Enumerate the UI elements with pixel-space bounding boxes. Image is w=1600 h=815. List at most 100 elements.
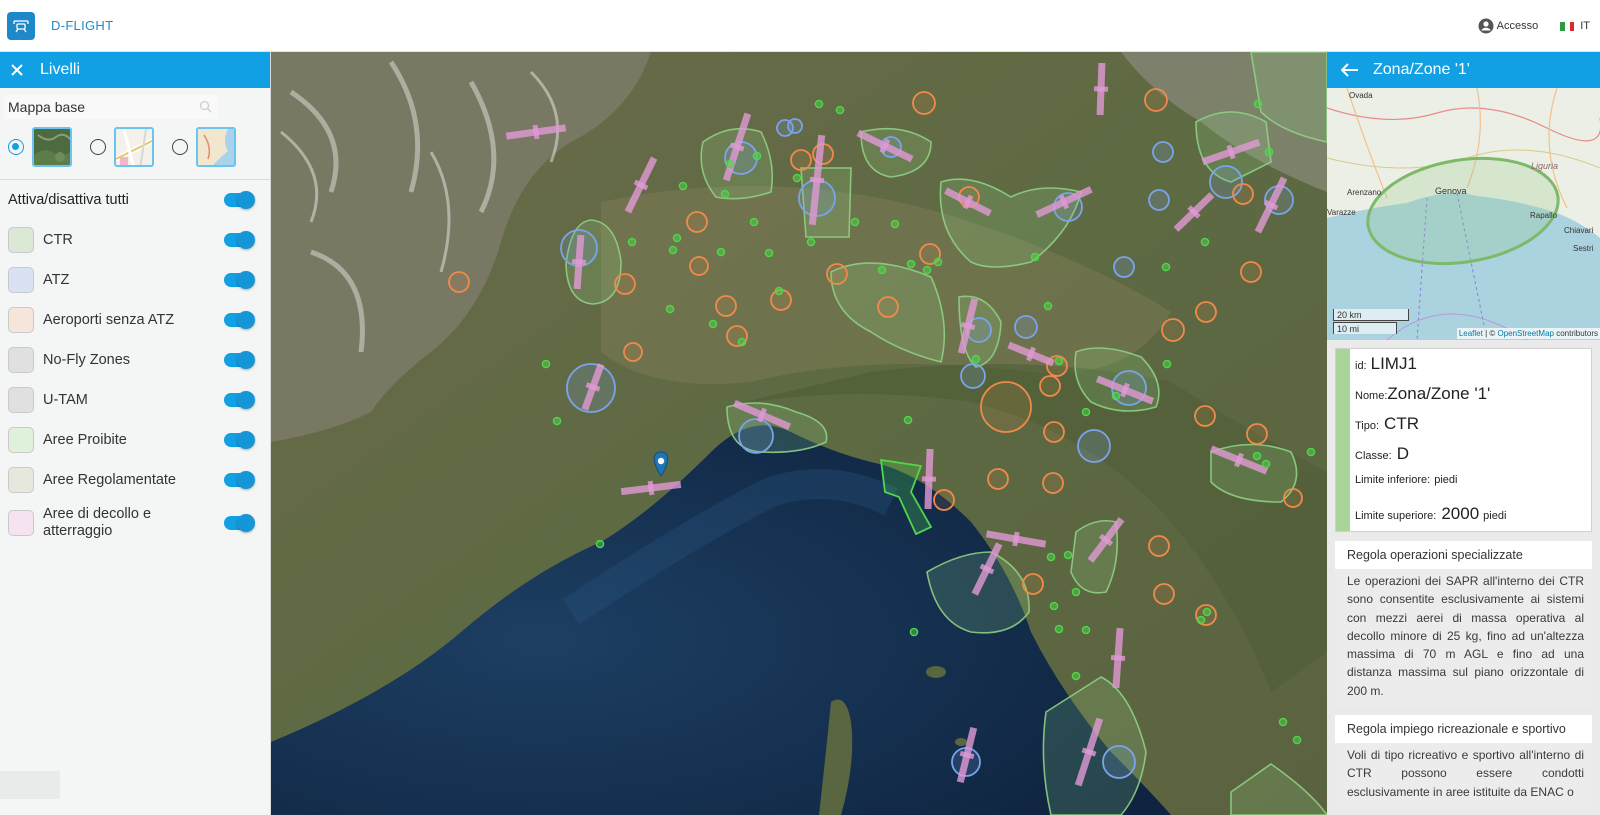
uas-point[interactable] [1306,447,1316,457]
airport-zone[interactable] [877,296,899,318]
uas-point[interactable] [668,245,678,255]
airport-zone[interactable] [1042,472,1064,494]
airport-zone[interactable] [715,295,737,317]
uas-point[interactable] [752,151,762,161]
airport-zone[interactable] [1022,573,1044,595]
uas-point[interactable] [1292,735,1302,745]
uas-point[interactable] [1049,601,1059,611]
leaflet-link[interactable]: Leaflet [1459,329,1483,338]
uas-point[interactable] [737,337,747,347]
layer-toggle[interactable] [224,471,255,489]
takeoff-area[interactable] [571,259,587,265]
uas-point[interactable] [814,99,824,109]
uas-point[interactable] [1046,552,1056,562]
uas-point[interactable] [922,265,932,275]
uas-point[interactable] [678,181,688,191]
layer-toggle[interactable] [224,391,255,409]
uas-point[interactable] [1054,624,1064,634]
drone-logo-icon[interactable] [7,11,35,40]
takeoff-area[interactable] [532,124,540,140]
takeoff-area[interactable] [1012,531,1020,547]
uas-point[interactable] [1162,359,1172,369]
basemap-street-radio[interactable] [90,139,106,155]
back-arrow-icon[interactable] [1341,63,1359,77]
uas-point[interactable] [708,319,718,329]
language-selector[interactable]: IT [1560,20,1590,32]
uas-point[interactable] [971,354,981,364]
airport-zone[interactable] [1153,583,1175,605]
airport-zone[interactable] [686,211,708,233]
airport-zone[interactable] [614,273,636,295]
uas-point[interactable] [725,159,735,169]
airport-zone[interactable] [1232,183,1254,205]
airport-zone[interactable] [912,91,936,115]
uas-point[interactable] [627,237,637,247]
basemap-terrain-thumbnail[interactable] [196,127,236,167]
brand-name[interactable]: D-FLIGHT [51,18,113,33]
uas-point[interactable] [1071,671,1081,681]
uas-point[interactable] [672,233,682,243]
basemap-satellite-radio[interactable] [8,139,24,155]
airport-zone[interactable] [1194,405,1216,427]
airport-zone[interactable] [1148,535,1170,557]
osm-link[interactable]: OpenStreetMap [1497,329,1553,338]
uas-point[interactable] [774,286,784,296]
uas-point[interactable] [665,304,675,314]
uas-point[interactable] [906,259,916,269]
basemap-satellite-thumbnail[interactable] [32,127,72,167]
zone-minimap[interactable]: Ovada Arenzano Genova Liguria Varazze Ra… [1327,88,1600,340]
airport-zone[interactable] [448,271,470,293]
uas-point[interactable] [933,257,943,267]
uas-point[interactable] [850,217,860,227]
layer-toggle[interactable] [224,311,255,329]
uas-point[interactable] [806,237,816,247]
uas-point[interactable] [1252,451,1262,461]
uas-point[interactable] [1081,407,1091,417]
airport-zone[interactable] [1043,421,1065,443]
uas-point[interactable] [1278,717,1288,727]
uas-point[interactable] [1030,252,1040,262]
map-canvas[interactable] [271,52,1327,815]
layer-toggle[interactable] [224,231,255,249]
atz-zone[interactable] [787,118,803,134]
basemap-terrain-radio[interactable] [172,139,188,155]
basemap-street-thumbnail[interactable] [114,127,154,167]
airport-zone[interactable] [790,149,812,171]
airport-zone[interactable] [826,263,848,285]
layer-toggle[interactable] [224,351,255,369]
takeoff-area[interactable] [647,480,655,496]
uas-point[interactable] [1253,99,1263,109]
uas-point[interactable] [1063,550,1073,560]
airport-zone[interactable] [1161,318,1185,342]
uas-point[interactable] [1200,237,1210,247]
takeoff-area[interactable] [1110,655,1126,661]
atz-zone[interactable] [738,418,774,454]
uas-point[interactable] [1261,459,1271,469]
uas-point[interactable] [1054,356,1064,366]
uas-point[interactable] [1043,301,1053,311]
uas-point[interactable] [1071,587,1081,597]
uas-point[interactable] [1161,262,1171,272]
uas-point[interactable] [1081,625,1091,635]
atz-zone[interactable] [1014,315,1038,339]
uas-point[interactable] [1196,615,1206,625]
uas-point[interactable] [716,247,726,257]
uas-point[interactable] [909,627,919,637]
uas-point[interactable] [1202,607,1212,617]
takeoff-area[interactable] [809,176,825,184]
layer-toggle[interactable] [224,431,255,449]
uas-point[interactable] [835,105,845,115]
uas-point[interactable] [595,539,605,549]
uas-point[interactable] [792,173,802,183]
atz-zone[interactable] [1077,429,1111,463]
map-view[interactable] [271,52,1327,815]
uas-point[interactable] [903,415,913,425]
uas-point[interactable] [890,219,900,229]
layer-toggle[interactable] [224,271,255,289]
atz-zone[interactable] [1113,256,1135,278]
uas-point[interactable] [764,248,774,258]
airport-zone[interactable] [980,381,1032,433]
atz-zone[interactable] [1152,141,1174,163]
airport-zone[interactable] [933,489,955,511]
uas-point[interactable] [720,189,730,199]
